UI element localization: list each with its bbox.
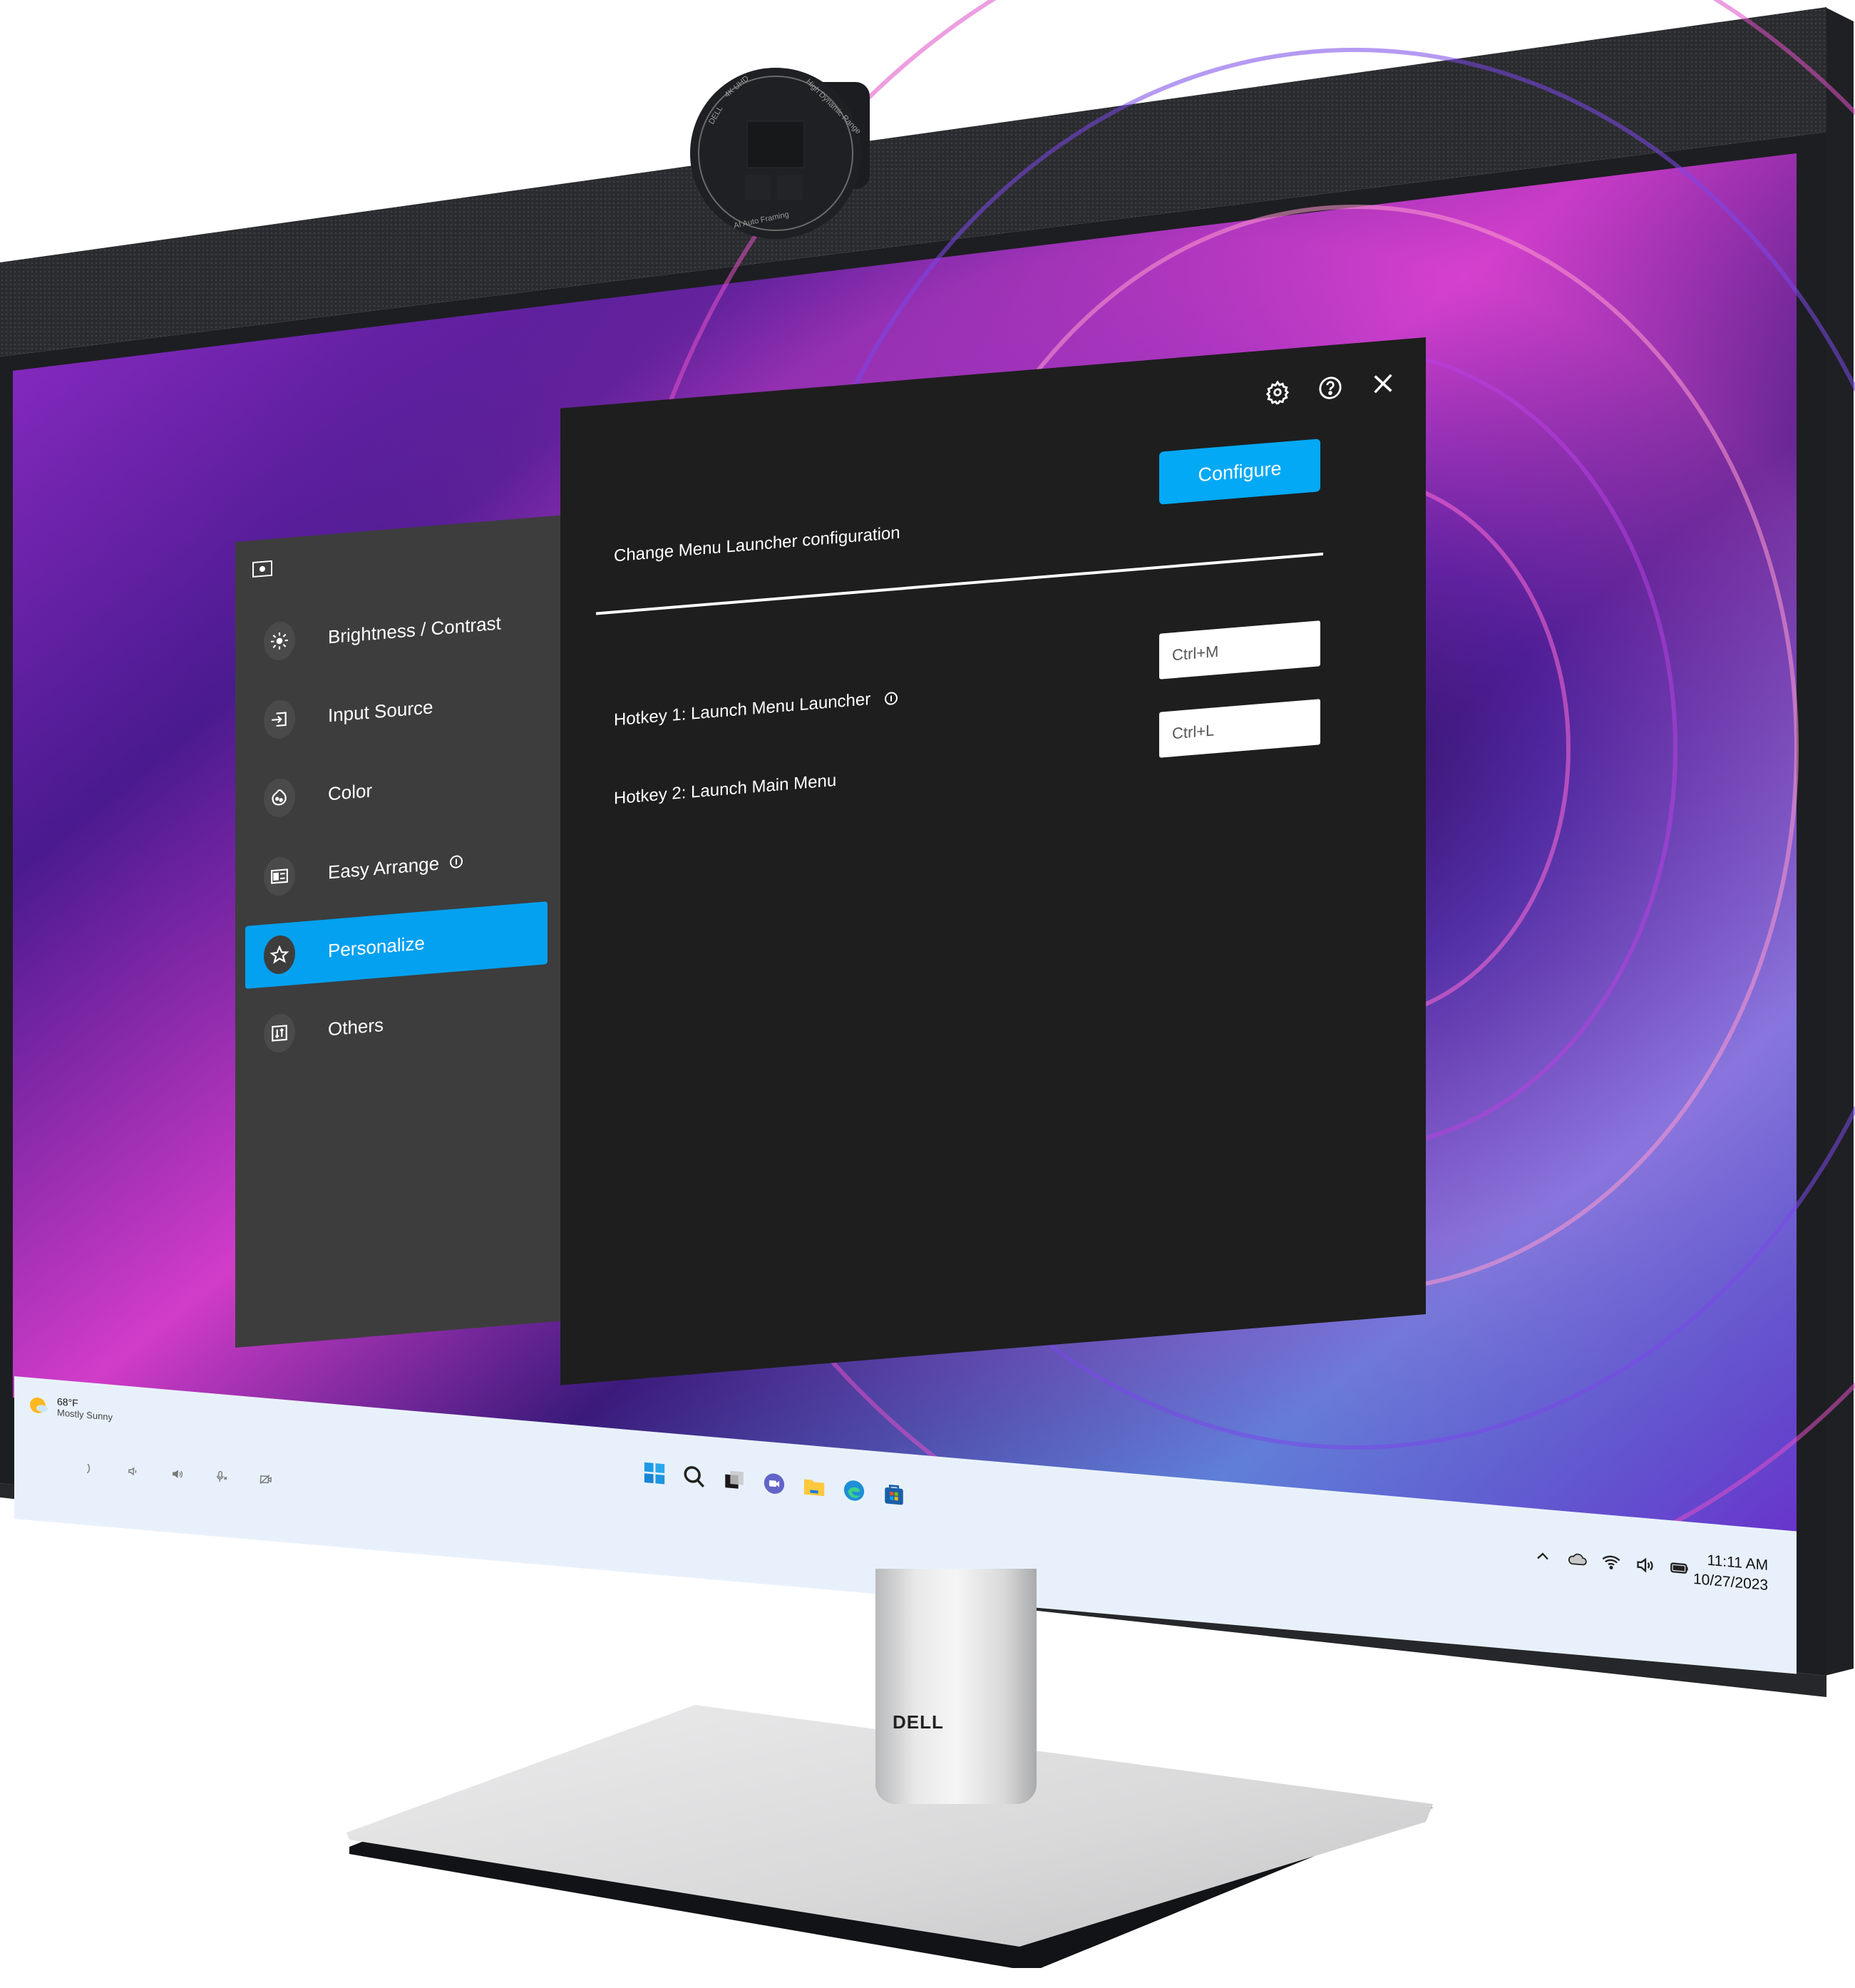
others-icon [264,1013,295,1054]
hotkey-1-text: Hotkey 1: Launch Menu Launcher [614,689,871,730]
sidebar-item-label: Input Source [328,695,433,726]
mic-mute-icon[interactable] [213,1468,230,1485]
monitor-settings-icon[interactable] [252,560,272,578]
configure-button[interactable]: Configure [1159,439,1320,505]
sidebar-item-brightness-contrast[interactable]: Brightness / Contrast [245,588,548,675]
sidebar-item-label: Color [328,779,373,804]
sidebar-item-others[interactable]: Others [245,980,548,1067]
brightness-icon [264,620,295,662]
sidebar-item-easy-arrange[interactable]: Easy Arrange [245,823,548,911]
color-palette-icon [264,777,295,819]
divider [596,552,1323,615]
weather-sunny-cloud-icon [30,1397,48,1413]
search-icon[interactable] [682,1462,707,1490]
easy-arrange-icon [264,856,295,897]
weather-widget[interactable]: 68°F Mostly Sunny [29,1393,113,1423]
windows-start-icon[interactable] [642,1460,667,1487]
sidebar-item-label: Easy Arrange [328,852,440,883]
sidebar-item-input-source[interactable]: Input Source [245,666,548,754]
stand-neck [875,1569,1037,1804]
phone-icon[interactable] [81,1460,98,1477]
chevron-up-icon[interactable] [1533,1545,1553,1567]
speaker-icon[interactable] [1635,1554,1655,1576]
help-icon[interactable] [1316,372,1345,403]
onedrive-cloud-icon[interactable] [1567,1548,1587,1569]
hotkey-1-input[interactable] [1159,620,1320,680]
gear-icon[interactable] [1263,376,1292,407]
input-source-icon [264,699,295,740]
osd-sidebar: Brightness / Contrast Input Source Color… [235,515,560,1348]
star-icon [264,934,295,975]
osd-main-panel: Change Menu Launcher configuration Confi… [560,337,1426,1385]
volume-up-icon[interactable] [169,1466,185,1482]
folder-icon[interactable] [801,1473,827,1501]
window-controls [1263,368,1397,407]
display-manager-window: Brightness / Contrast Input Source Color… [235,337,1426,1412]
info-icon[interactable] [884,690,898,706]
sidebar-item-label: Personalize [328,931,425,961]
sidebar-item-label: Brightness / Contrast [328,611,501,647]
dell-logo: DELL [893,1711,944,1733]
store-icon[interactable] [881,1480,907,1508]
sidebar-item-label: Others [328,1013,384,1040]
taskbar-apps [642,1460,907,1508]
hotkey-2-input[interactable] [1159,699,1320,758]
wifi-icon[interactable] [1601,1552,1621,1573]
clock[interactable]: 11:11 AM 10/27/2023 [1693,1549,1768,1596]
sidebar-item-color[interactable]: Color [245,744,548,832]
hotkey-2-label: Hotkey 2: Launch Main Menu [614,770,837,809]
system-tray [1533,1545,1690,1579]
webcam: DELL 4K UHD High Dynamic Range AI Auto F… [690,68,870,239]
battery-icon[interactable] [1670,1557,1690,1579]
launcher-config-label: Change Menu Launcher configuration [614,523,900,566]
task-view-icon[interactable] [721,1466,747,1494]
hotkey-1-label: Hotkey 1: Launch Menu Launcher [614,687,898,731]
edge-browser-icon[interactable] [841,1477,867,1505]
camera-off-icon[interactable] [257,1471,274,1487]
sidebar-item-personalize[interactable]: Personalize [245,901,548,989]
teams-chat-icon[interactable] [761,1470,787,1497]
info-icon[interactable] [449,854,463,870]
close-icon[interactable] [1369,368,1397,399]
volume-down-icon[interactable] [125,1463,142,1480]
